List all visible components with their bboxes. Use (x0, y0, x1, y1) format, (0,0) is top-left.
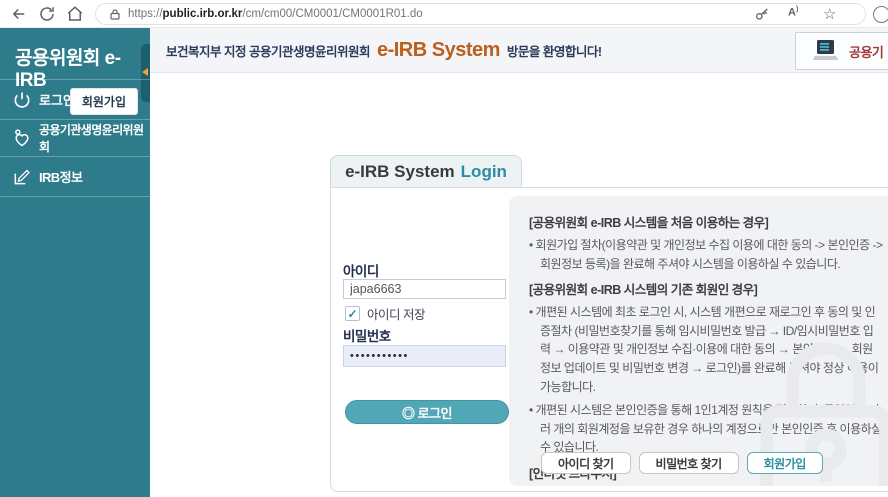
address-bar[interactable]: https://public.irb.or.kr/cm/cm00/CM0001/… (95, 3, 866, 25)
lock-icon[interactable] (109, 8, 121, 21)
browser-profile-icon[interactable] (873, 6, 888, 23)
id-label: 아이디 (343, 260, 379, 280)
account-buttons-row: 아이디 찾기 비밀번호 찾기 회원가입 (541, 452, 823, 474)
checkbox-checked-icon[interactable]: ✓ (345, 306, 360, 321)
url-host: public.irb.or.kr (163, 8, 243, 20)
panel-title-main: e-IRB System (345, 162, 455, 182)
sidebar-item-label: 공용기관생명윤리위원회 (39, 121, 150, 155)
login-button[interactable]: ◎ 로그인 (345, 400, 509, 424)
sidebar-divider (0, 196, 150, 197)
collapse-arrow-icon (142, 68, 148, 76)
welcome-suffix: 방문을 환영합니다! (507, 41, 602, 60)
id-input[interactable] (343, 279, 506, 299)
find-id-button[interactable]: 아이디 찾기 (541, 452, 631, 474)
home-icon[interactable] (66, 5, 84, 23)
eirb-login-page: https://public.irb.or.kr/cm/cm00/CM0001/… (0, 0, 888, 497)
sidebar-item-irb-info[interactable]: IRB정보 (0, 156, 150, 196)
find-password-button[interactable]: 비밀번호 찾기 (639, 452, 739, 474)
login-card: 아이디 ✓ 아이디 저장 비밀번호 ◎ 로그인 [공용위원회 e-IRB 시스템… (330, 187, 888, 492)
top-header: 보건복지부 지정 공용기관생명윤리위원회 e-IRB System 방문을 환영… (150, 28, 888, 73)
favorites-star-icon[interactable]: ☆ (823, 4, 839, 20)
password-label: 비밀번호 (343, 325, 391, 345)
sidebar-login-row: 로그인 회원가입 (0, 79, 150, 119)
pencil-edit-icon (12, 167, 32, 187)
panel-title-accent: Login (461, 162, 507, 182)
welcome-brand: e-IRB System (377, 39, 500, 62)
save-id-label: 아이디 저장 (367, 304, 425, 323)
url-text: https://public.irb.or.kr/cm/cm00/CM0001/… (128, 8, 423, 20)
notice-bullet: 회원가입 절차(이용약관 및 개인정보 수집 이용에 대한 동의 -> 본인인증… (529, 236, 883, 273)
login-panel-title: e-IRB System Login (330, 155, 522, 188)
notice-heading: [공용위원회 e-IRB 시스템을 처음 이용하는 경우] (529, 212, 883, 231)
save-id-checkbox-row[interactable]: ✓ 아이디 저장 (345, 304, 425, 323)
corner-quick-link[interactable]: 공용기 (795, 32, 888, 70)
url-scheme: https:// (128, 8, 163, 20)
sidebar: 공용위원회 e-IRB 로그인 회원가입 공용기관생명윤리위원회 IRB정보 (0, 28, 150, 497)
password-key-icon[interactable] (754, 7, 770, 23)
laptop-icon (812, 39, 839, 63)
bioethics-heart-icon (12, 128, 32, 148)
url-path: /cm/cm00/CM0001/CM0001R01.do (242, 8, 422, 20)
browser-toolbar: https://public.irb.or.kr/cm/cm00/CM0001/… (0, 0, 888, 28)
power-login-icon (12, 90, 32, 110)
read-aloud-icon[interactable]: A) (788, 6, 798, 22)
welcome-prefix: 보건복지부 지정 공용기관생명윤리위원회 (166, 41, 370, 60)
sidebar-item-committee[interactable]: 공용기관생명윤리위원회 (0, 119, 150, 156)
signup-button[interactable]: 회원가입 (747, 452, 823, 474)
refresh-icon[interactable] (38, 5, 56, 23)
welcome-message: 보건복지부 지정 공용기관생명윤리위원회 e-IRB System 방문을 환영… (166, 28, 602, 72)
corner-link-label: 공용기 (849, 42, 883, 61)
notice-heading: [공용위원회 e-IRB 시스템의 기존 회원인 경우] (529, 279, 883, 298)
sidebar-signup-button[interactable]: 회원가입 (70, 88, 138, 115)
sidebar-item-label: IRB정보 (39, 167, 82, 186)
notice-panel: [공용위원회 e-IRB 시스템을 처음 이용하는 경우] 회원가입 절차(이용… (509, 196, 888, 486)
password-input[interactable] (343, 345, 506, 367)
back-icon[interactable] (10, 5, 28, 23)
